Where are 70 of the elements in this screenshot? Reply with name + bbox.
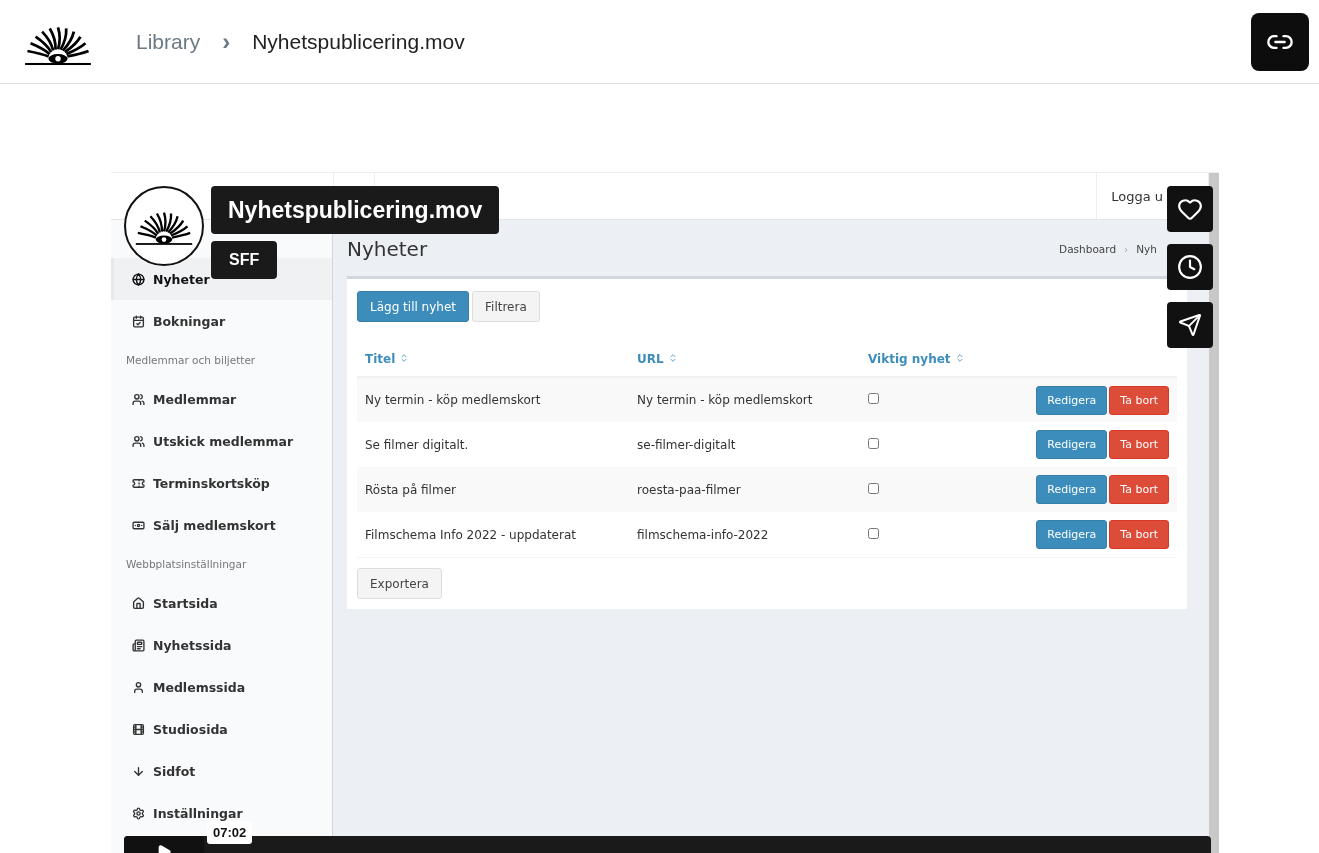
edit-button[interactable]: Redigera: [1036, 385, 1108, 415]
sidebar-item[interactable]: Medlemmar: [132, 391, 237, 407]
table-cell: Ny termin - köp medlemskort: [629, 377, 860, 422]
sidebar-item[interactable]: Inställningar: [132, 805, 243, 821]
breadcrumb-separator: ›: [222, 27, 231, 56]
film-icon: [132, 722, 145, 736]
clock-icon: [1177, 254, 1203, 280]
delete-button[interactable]: Ta bort: [1109, 520, 1169, 549]
video-title: Nyhetspublicering.mov: [211, 186, 500, 234]
important-checkbox[interactable]: [868, 437, 879, 449]
crumb-separator: ›: [1124, 243, 1129, 255]
heart-icon: [1177, 196, 1203, 222]
user-icon: [132, 680, 145, 694]
ticket-icon: [132, 476, 145, 490]
breadcrumb-current: Nyhetspublicering.mov: [252, 29, 465, 54]
sidebar-item[interactable]: Utskick medlemmar: [132, 433, 294, 449]
important-checkbox[interactable]: [868, 393, 879, 404]
gear-icon: [132, 806, 145, 820]
users-icon: [132, 434, 145, 448]
sidebar-item[interactable]: Nyhetssida: [132, 637, 232, 653]
sidebar-item[interactable]: Studiosida: [132, 721, 228, 737]
share-button[interactable]: [1167, 302, 1213, 348]
table-cell: Se filmer digitalt.: [357, 422, 629, 467]
sidebar-item[interactable]: Sälj medlemskort: [132, 517, 276, 533]
sort-icon: [954, 353, 965, 363]
filter-button[interactable]: Filtrera: [472, 291, 540, 322]
watch-later-button[interactable]: [1167, 244, 1213, 290]
sidebar-item[interactable]: Sidfot: [132, 763, 196, 779]
table-cell: Ny termin - köp medlemskort: [357, 377, 629, 422]
page-title: Nyheter: [347, 237, 428, 261]
sidebar-section: Medlemmar och biljetter: [111, 342, 332, 378]
globe-icon: [132, 272, 145, 286]
table-cell: Rösta på filmer: [357, 467, 629, 512]
edit-button[interactable]: Redigera: [1036, 520, 1108, 549]
edit-button[interactable]: Redigera: [1036, 475, 1108, 504]
breadcrumb-link[interactable]: Library: [136, 29, 201, 54]
logout-link[interactable]: Logga u: [1111, 188, 1163, 204]
home-icon: [132, 596, 145, 610]
table-cell: se-filmer-digitalt: [629, 422, 860, 467]
owner-badge[interactable]: SFF: [211, 241, 278, 279]
important-checkbox[interactable]: [868, 527, 879, 539]
add-button[interactable]: Lägg till nyhet: [357, 291, 469, 322]
users-icon: [132, 392, 145, 406]
table-cell: filmschema-info-2022: [629, 512, 860, 557]
crumb-link[interactable]: Nyh: [1136, 243, 1157, 255]
important-checkbox[interactable]: [868, 482, 879, 494]
crumb-link[interactable]: Dashboard: [1059, 243, 1117, 255]
edit-button[interactable]: Redigera: [1036, 430, 1108, 459]
table-cell: roesta-paa-filmer: [629, 467, 860, 512]
delete-button[interactable]: Ta bort: [1109, 385, 1169, 415]
sidebar-item[interactable]: Medlemssida: [132, 679, 246, 695]
sidebar-item[interactable]: Terminskortsköp: [132, 475, 270, 491]
link-button[interactable]: [1251, 12, 1309, 71]
delete-button[interactable]: Ta bort: [1109, 430, 1169, 459]
newspaper-icon: [132, 638, 145, 652]
sort-icon: [399, 353, 410, 363]
like-button[interactable]: [1167, 186, 1213, 232]
sidebar-item[interactable]: Nyheter: [132, 271, 210, 287]
table-cell: Filmschema Info 2022 - uppdaterat: [357, 512, 629, 557]
time-tooltip: 07:02: [207, 821, 253, 844]
sidebar-item[interactable]: Bokningar: [132, 313, 226, 329]
sidebar-item[interactable]: Startsida: [132, 595, 218, 611]
export-button[interactable]: Exportera: [357, 568, 442, 599]
scrollbar[interactable]: [1208, 173, 1219, 853]
paper-plane-icon: [1178, 313, 1202, 337]
arrow-down-icon: [132, 764, 145, 778]
calendar-icon: [132, 314, 145, 328]
sidebar-section: Webbplatsinställningar: [111, 546, 332, 582]
delete-button[interactable]: Ta bort: [1109, 475, 1169, 504]
sort-icon: [667, 353, 678, 363]
